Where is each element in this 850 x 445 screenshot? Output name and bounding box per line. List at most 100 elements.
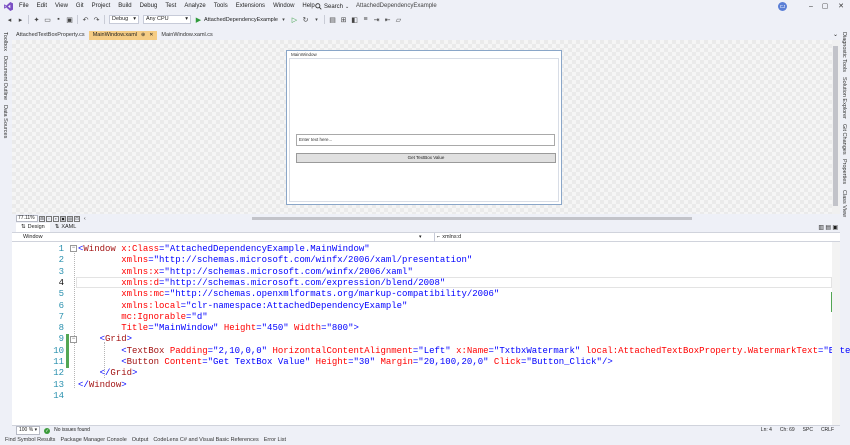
fit-icon[interactable]: ▫ (46, 215, 52, 222)
close-icon[interactable]: ✕ (834, 0, 848, 13)
menu-test[interactable]: Test (161, 0, 180, 13)
column-number[interactable]: Ch: 69 (780, 426, 795, 435)
undo-icon[interactable]: ↶ (81, 15, 90, 24)
menu-tools[interactable]: Tools (210, 0, 232, 13)
pin-icon[interactable]: ⊕ (141, 31, 145, 40)
menu-view[interactable]: View (51, 0, 72, 13)
code-line[interactable]: 9 <Grid> (12, 334, 832, 345)
save-all-icon[interactable]: ▣ (65, 15, 74, 24)
back-icon[interactable]: ◂ (5, 15, 14, 24)
toolbox-tab[interactable]: Toolbox (2, 32, 8, 51)
split-horizontal-icon[interactable]: ▤ (825, 224, 831, 231)
code-line[interactable]: 7 mc:Ignorable="d" (12, 312, 832, 323)
close-tab-icon[interactable]: ✕ (149, 31, 153, 40)
toolbar-icon[interactable]: ≡ (361, 15, 370, 24)
code-line[interactable]: 3 xmlns:x="http://schemas.microsoft.com/… (12, 267, 832, 278)
menu-git[interactable]: Git (72, 0, 88, 13)
code-line[interactable]: 2 xmlns="http://schemas.microsoft.com/wi… (12, 255, 832, 266)
element-dropdown[interactable]: Window (20, 233, 435, 242)
comment-icon[interactable]: ▱ (394, 15, 403, 24)
toolbar-icon[interactable]: ⇥ (372, 15, 381, 24)
design-window-preview[interactable]: MainWindow Enter text here... Get TextBo… (286, 50, 562, 205)
code-line[interactable]: 13 </Window> (12, 380, 832, 391)
code-line[interactable]: 11 <Button Content="Get TextBox Value" H… (12, 357, 832, 368)
forward-icon[interactable]: ▸ (16, 15, 25, 24)
menu-window[interactable]: Window (269, 0, 298, 13)
whitespace-mode[interactable]: SPC (803, 426, 813, 435)
editor-vertical-scrollbar[interactable] (832, 242, 840, 425)
grid-icon[interactable]: ⊞ (39, 215, 45, 222)
code-line[interactable]: 8 Title="MainWindow" Height="450" Width=… (12, 323, 832, 334)
menu-analyze[interactable]: Analyze (180, 0, 209, 13)
line-number[interactable]: Ln: 4 (761, 426, 772, 435)
search-box[interactable]: Search ⌄ (315, 1, 349, 12)
run-target-button[interactable]: AttachedDependencyExample (204, 17, 278, 23)
code-line[interactable]: 12 </Grid> (12, 368, 832, 379)
preview-icon[interactable]: ⊡ (74, 215, 80, 222)
start-without-debugging-icon[interactable]: ▷ (290, 15, 299, 24)
collapse-grid-icon[interactable]: − (70, 336, 77, 343)
tab-error-list[interactable]: Error List (264, 436, 286, 445)
device-icon[interactable]: ▤ (67, 215, 73, 222)
tab-codelens-references[interactable]: CodeLens C# and Visual Basic References (153, 436, 258, 445)
redo-icon[interactable]: ↷ (92, 15, 101, 24)
document-outline-tab[interactable]: Document Outline (2, 56, 8, 100)
run-icon[interactable]: ▶ (194, 15, 203, 24)
maximize-icon[interactable]: ▢ (818, 0, 832, 13)
chevron-down-icon[interactable]: ▾ (419, 233, 422, 242)
chevron-down-icon[interactable]: ▾ (312, 15, 321, 24)
collapse-pane-icon[interactable]: ▣ (832, 224, 838, 231)
properties-tab[interactable]: Properties (841, 159, 847, 184)
tab-find-symbol-results[interactable]: Find Symbol Results (5, 436, 55, 445)
designer-zoom-dropdown[interactable]: 77.11% (16, 215, 38, 222)
menu-project[interactable]: Project (88, 0, 115, 13)
effects-icon[interactable]: ▣ (60, 215, 66, 222)
code-editor[interactable]: 1 <Window x:Class="AttachedDependencyExam… (12, 242, 850, 425)
line-ending[interactable]: CRLF (821, 426, 834, 435)
scroll-left-icon[interactable]: ‹ (84, 216, 86, 222)
editor-zoom-dropdown[interactable]: 100 % ▾ (16, 426, 41, 435)
menu-build[interactable]: Build (114, 0, 135, 13)
tab-mainwindow-xaml[interactable]: MainWindow.xaml ⊕ ✕ (88, 31, 158, 40)
git-changes-tab[interactable]: Git Changes (841, 124, 847, 155)
split-vertical-icon[interactable]: ▥ (818, 224, 824, 231)
designer-horizontal-scrollbar[interactable] (252, 217, 692, 220)
collapse-window-icon[interactable]: − (70, 245, 77, 252)
code-line[interactable]: 14 (12, 391, 832, 402)
diagnostic-tools-tab[interactable]: Diagnostic Tools (841, 32, 847, 72)
toolbar-icon[interactable]: ◧ (350, 15, 359, 24)
visual-studio-logo-icon[interactable] (4, 2, 13, 11)
menu-file[interactable]: File (15, 0, 33, 13)
solution-explorer-tab[interactable]: Solution Explorer (841, 77, 847, 119)
code-line[interactable]: 5 xmlns:mc="http://schemas.openxmlformat… (12, 289, 832, 300)
code-line[interactable]: 6 xmlns:local="clr-namespace:AttachedDep… (12, 301, 832, 312)
minimize-icon[interactable]: – (804, 0, 818, 13)
new-item-icon[interactable]: ✦ (32, 15, 41, 24)
tab-xaml[interactable]: ⇅ XAML (50, 223, 82, 232)
menu-edit[interactable]: Edit (33, 0, 51, 13)
open-folder-icon[interactable]: ▭ (43, 15, 52, 24)
code-line[interactable]: 1 <Window x:Class="AttachedDependencyExam… (12, 244, 832, 255)
issues-status[interactable]: No issues found (54, 426, 90, 435)
designer-vertical-scroll-thumb[interactable] (833, 46, 838, 206)
code-line[interactable]: 10 <TextBox Padding="2,10,0,0" Horizonta… (12, 346, 850, 357)
toolbar-icon[interactable]: ⇤ (383, 15, 392, 24)
menu-debug[interactable]: Debug (136, 0, 162, 13)
menu-extensions[interactable]: Extensions (232, 0, 269, 13)
snap-icon[interactable]: ▪ (53, 215, 59, 222)
chevron-down-icon[interactable]: ▾ (279, 15, 288, 24)
data-sources-tab[interactable]: Data Sources (2, 105, 8, 138)
toolbar-icon[interactable]: ▤ (328, 15, 337, 24)
tab-package-manager-console[interactable]: Package Manager Console (60, 436, 126, 445)
avatar[interactable]: CJ (778, 2, 787, 11)
preview-watermark-textbox[interactable]: Enter text here... (296, 134, 555, 146)
tab-design[interactable]: ⇅ Design (16, 223, 50, 232)
tab-output[interactable]: Output (132, 436, 149, 445)
save-icon[interactable]: ▪ (54, 15, 63, 24)
class-view-tab[interactable]: Class View (841, 190, 847, 217)
tab-mainwindow-xaml-cs[interactable]: MainWindow.xaml.cs (157, 31, 216, 40)
tab-attached-textbox-property-cs[interactable]: AttachedTextBoxProperty.cs (12, 31, 89, 40)
platform-dropdown[interactable]: Any CPU ▾ (143, 15, 191, 24)
toolbar-icon[interactable]: ⊞ (339, 15, 348, 24)
configuration-dropdown[interactable]: Debug ▾ (109, 15, 139, 24)
